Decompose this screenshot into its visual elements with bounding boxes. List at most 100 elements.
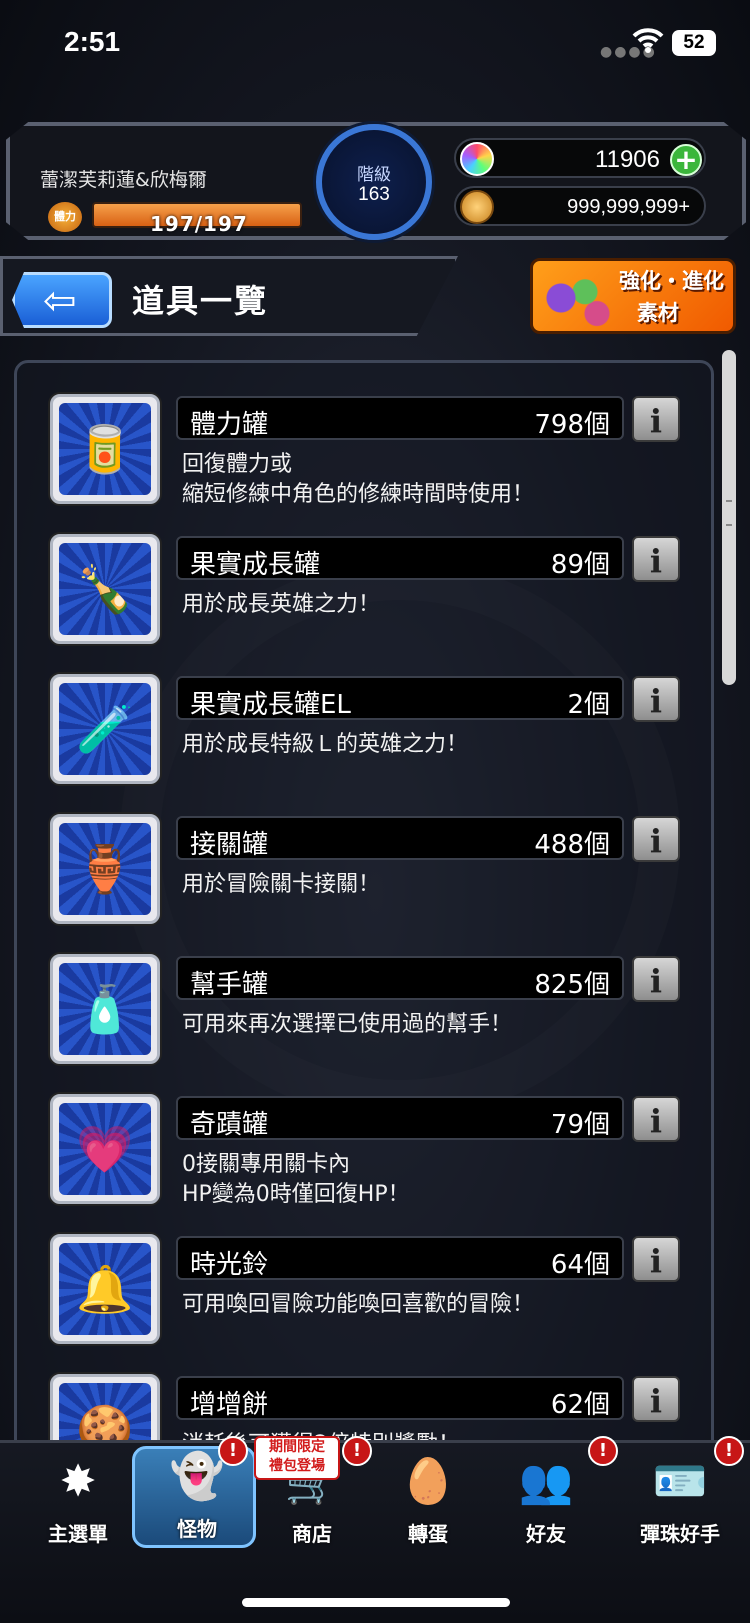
item-count: 64個 — [550, 1250, 610, 1280]
info-icon: i — [649, 1102, 663, 1140]
egg-icon: 🥚 — [400, 1456, 456, 1507]
info-icon: i — [649, 402, 663, 440]
item-name: 奇蹟罐 — [190, 1110, 269, 1140]
striker-card-icon: 🪪 — [652, 1456, 708, 1507]
item-icon-frame[interactable]: 🏺 — [50, 814, 160, 924]
wifi-icon — [632, 28, 664, 53]
buy-orbs-button[interactable]: + — [670, 144, 702, 176]
continue-can-icon: 🏺 — [76, 842, 134, 896]
tab-label: 彈珠好手 — [640, 1522, 720, 1546]
item-count: 2個 — [567, 690, 610, 720]
item-count: 79個 — [550, 1110, 610, 1140]
info-icon: i — [649, 1242, 663, 1280]
item-name-bar: 果實成長罐 89個 — [176, 536, 624, 580]
item-row[interactable]: 🥫 體力罐 798個 i 回復體力或 縮短修練中角色的修練時間時使用！ — [0, 380, 750, 520]
item-icon-bg: 🧪 — [59, 683, 151, 775]
info-icon: i — [649, 1382, 663, 1420]
item-row[interactable]: 🧴 幫手罐 825個 i 可用來再次選擇已使用過的幫手！ — [0, 940, 750, 1080]
item-count: 488個 — [534, 830, 610, 860]
item-description: 用於成長英雄之力！ — [182, 592, 381, 617]
limited-offer-banner[interactable]: 期間限定 禮包登場 — [254, 1436, 340, 1480]
friends-icon: 👥 — [518, 1456, 574, 1507]
item-info-button[interactable]: i — [632, 1096, 680, 1142]
item-count: 798個 — [534, 410, 610, 440]
item-row[interactable]: 🔔 時光鈴 64個 i 可用喚回冒險功能喚回喜歡的冒險！ — [0, 1220, 750, 1360]
item-name: 增增餅 — [190, 1390, 269, 1420]
tab-label: 商店 — [292, 1522, 332, 1546]
item-icon-frame[interactable]: 🍾 — [50, 534, 160, 644]
back-button[interactable]: ⇦ — [12, 272, 112, 328]
item-info-button[interactable]: i — [632, 816, 680, 862]
item-row[interactable]: 🍾 果實成長罐 89個 i 用於成長英雄之力！ — [0, 520, 750, 660]
shop-alert-badge: ! — [342, 1436, 372, 1466]
tab-egg[interactable]: 🥚 轉蛋 — [366, 1454, 490, 1546]
item-name-bar: 體力罐 798個 — [176, 396, 624, 440]
item-name-bar: 時光鈴 64個 — [176, 1236, 624, 1280]
item-name-bar: 奇蹟罐 79個 — [176, 1096, 624, 1140]
gold-count: 999,999,999+ — [567, 196, 690, 218]
stamina-icon: 體力 — [48, 202, 82, 232]
item-icon-frame[interactable]: 💗 — [50, 1094, 160, 1204]
rank-badge[interactable]: 階級 163 — [316, 124, 432, 240]
tab-striker-card[interactable]: 🪪 彈珠好手 — [618, 1454, 742, 1546]
rank-label: 階級 — [357, 165, 391, 185]
item-name: 果實成長罐EL — [190, 690, 351, 720]
friends-alert-badge: ! — [588, 1436, 618, 1466]
item-name: 時光鈴 — [190, 1250, 269, 1280]
item-name-bar: 果實成長罐EL 2個 — [176, 676, 624, 720]
item-icon-bg: 🧴 — [59, 963, 151, 1055]
status-bar: 2:51 ●●●● 52 — [0, 0, 750, 90]
tab-label: 好友 — [526, 1522, 566, 1546]
item-description: 用於冒險關卡接關！ — [182, 872, 381, 897]
clock: 2:51 — [64, 26, 121, 57]
tab-label: 轉蛋 — [408, 1522, 448, 1546]
page-title: 道具一覽 — [132, 282, 269, 320]
miracle-can-icon: 💗 — [76, 1122, 134, 1176]
item-description: 回復體力或 縮短修練中角色的修練時間時使用！ — [182, 452, 535, 507]
monster-alert-badge: ! — [218, 1436, 248, 1466]
time-bell-icon: 🔔 — [76, 1262, 134, 1316]
item-info-button[interactable]: i — [632, 1236, 680, 1282]
item-row[interactable]: 💗 奇蹟罐 79個 i 0接關專用關卡內 HP變為0時僅回復HP！ — [0, 1080, 750, 1220]
enhance-evolve-materials-button[interactable]: 強化・進化 素材 — [530, 258, 736, 334]
item-count: 62個 — [550, 1390, 610, 1420]
home-indicator[interactable] — [242, 1598, 510, 1607]
item-name-bar: 增增餅 62個 — [176, 1376, 624, 1420]
item-info-button[interactable]: i — [632, 396, 680, 442]
stamina-can-icon: 🥫 — [76, 422, 134, 476]
info-icon: i — [649, 542, 663, 580]
monster-icon: 👻 — [169, 1451, 225, 1502]
item-row[interactable]: 🏺 接關罐 488個 i 用於冒險關卡接關！ — [0, 800, 750, 940]
item-icon-frame[interactable]: 🧴 — [50, 954, 160, 1064]
gold-coin-icon — [460, 190, 494, 224]
scrollbar-grip-icon — [726, 500, 732, 526]
item-row[interactable]: 🧪 果實成長罐EL 2個 i 用於成長特級Ｌ的英雄之力！ — [0, 660, 750, 800]
item-description: 可用喚回冒險功能喚回喜歡的冒險！ — [182, 1292, 535, 1317]
item-icon-bg: 💗 — [59, 1103, 151, 1195]
item-name: 體力罐 — [190, 410, 269, 440]
item-name: 果實成長罐 — [190, 550, 321, 580]
info-icon: i — [649, 822, 663, 860]
fruit-growth-bottle-el-icon: 🧪 — [76, 702, 134, 756]
item-icon-frame[interactable]: 🧪 — [50, 674, 160, 784]
main-menu-icon: ✸ — [59, 1456, 97, 1507]
item-info-button[interactable]: i — [632, 1376, 680, 1422]
rank-value: 163 — [358, 184, 390, 205]
item-icon-bg: 🍾 — [59, 543, 151, 635]
materials-icon — [537, 267, 617, 329]
item-info-button[interactable]: i — [632, 676, 680, 722]
item-info-button[interactable]: i — [632, 956, 680, 1002]
item-icon-frame[interactable]: 🥫 — [50, 394, 160, 504]
tab-label: 怪物 — [177, 1517, 217, 1541]
item-icon-frame[interactable]: 🔔 — [50, 1234, 160, 1344]
item-name-bar: 幫手罐 825個 — [176, 956, 624, 1000]
item-icon-bg: 🔔 — [59, 1243, 151, 1335]
tab-main-menu[interactable]: ✸ 主選單 — [16, 1454, 140, 1546]
stamina-value: 197/197 — [150, 212, 248, 236]
tab-friends[interactable]: 👥 好友 — [484, 1454, 608, 1546]
limited-line-2: 禮包登場 — [269, 1458, 325, 1474]
item-icon-bg: 🏺 — [59, 823, 151, 915]
back-arrow-icon: ⇦ — [43, 278, 77, 324]
item-description: 0接關專用關卡內 HP變為0時僅回復HP！ — [182, 1152, 410, 1207]
item-info-button[interactable]: i — [632, 536, 680, 582]
